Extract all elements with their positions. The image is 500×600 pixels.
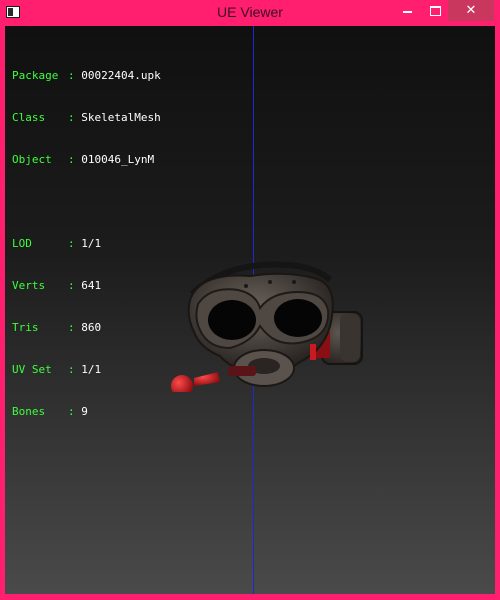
info-value: 9 [81,405,88,418]
info-value: SkeletalMesh [81,111,161,124]
info-row-package: Package: 00022404.upk [12,69,161,82]
minimize-button[interactable] [392,0,422,21]
info-row-tris: Tris: 860 [12,321,102,334]
close-icon: ✕ [465,3,477,18]
info-value: 00022404.upk [81,69,161,82]
title-bar[interactable]: UE Viewer ✕ [0,0,500,26]
info-label: Class [12,111,46,124]
info-label: UV Set [12,363,52,376]
info-label: Object [12,153,52,166]
info-value: 641 [81,279,102,292]
maximize-icon [429,5,441,16]
ue-viewer-window: UE Viewer ✕ Package: 00022404.upk Class:… [0,0,500,600]
info-row-uvset: UV Set: 1/1 [12,363,102,376]
info-label: Package [12,69,59,82]
info-label: LOD [12,237,32,250]
maximize-button[interactable] [422,0,448,21]
info-row-class: Class: SkeletalMesh [12,111,161,124]
info-value: 1/1 [81,237,102,250]
close-button[interactable]: ✕ [448,0,494,21]
info-row-bones: Bones: 9 [12,405,88,418]
info-row-lod: LOD: 1/1 [12,237,102,250]
3d-viewport[interactable]: Package: 00022404.upk Class: SkeletalMes… [5,26,495,594]
mesh-info-overlay: Package: 00022404.upk Class: SkeletalMes… [12,41,161,447]
info-value: 1/1 [81,363,102,376]
minimize-icon [402,10,412,13]
info-label: Tris [12,321,39,334]
info-label: Verts [12,279,46,292]
info-label: Bones [12,405,46,418]
info-value: 010046_LynM [81,153,155,166]
info-row-object: Object: 010046_LynM [12,153,155,166]
info-spacer [12,195,161,209]
info-value: 860 [81,321,102,334]
gas-mask-mesh-icon[interactable] [160,252,370,392]
info-row-verts: Verts: 641 [12,279,102,292]
